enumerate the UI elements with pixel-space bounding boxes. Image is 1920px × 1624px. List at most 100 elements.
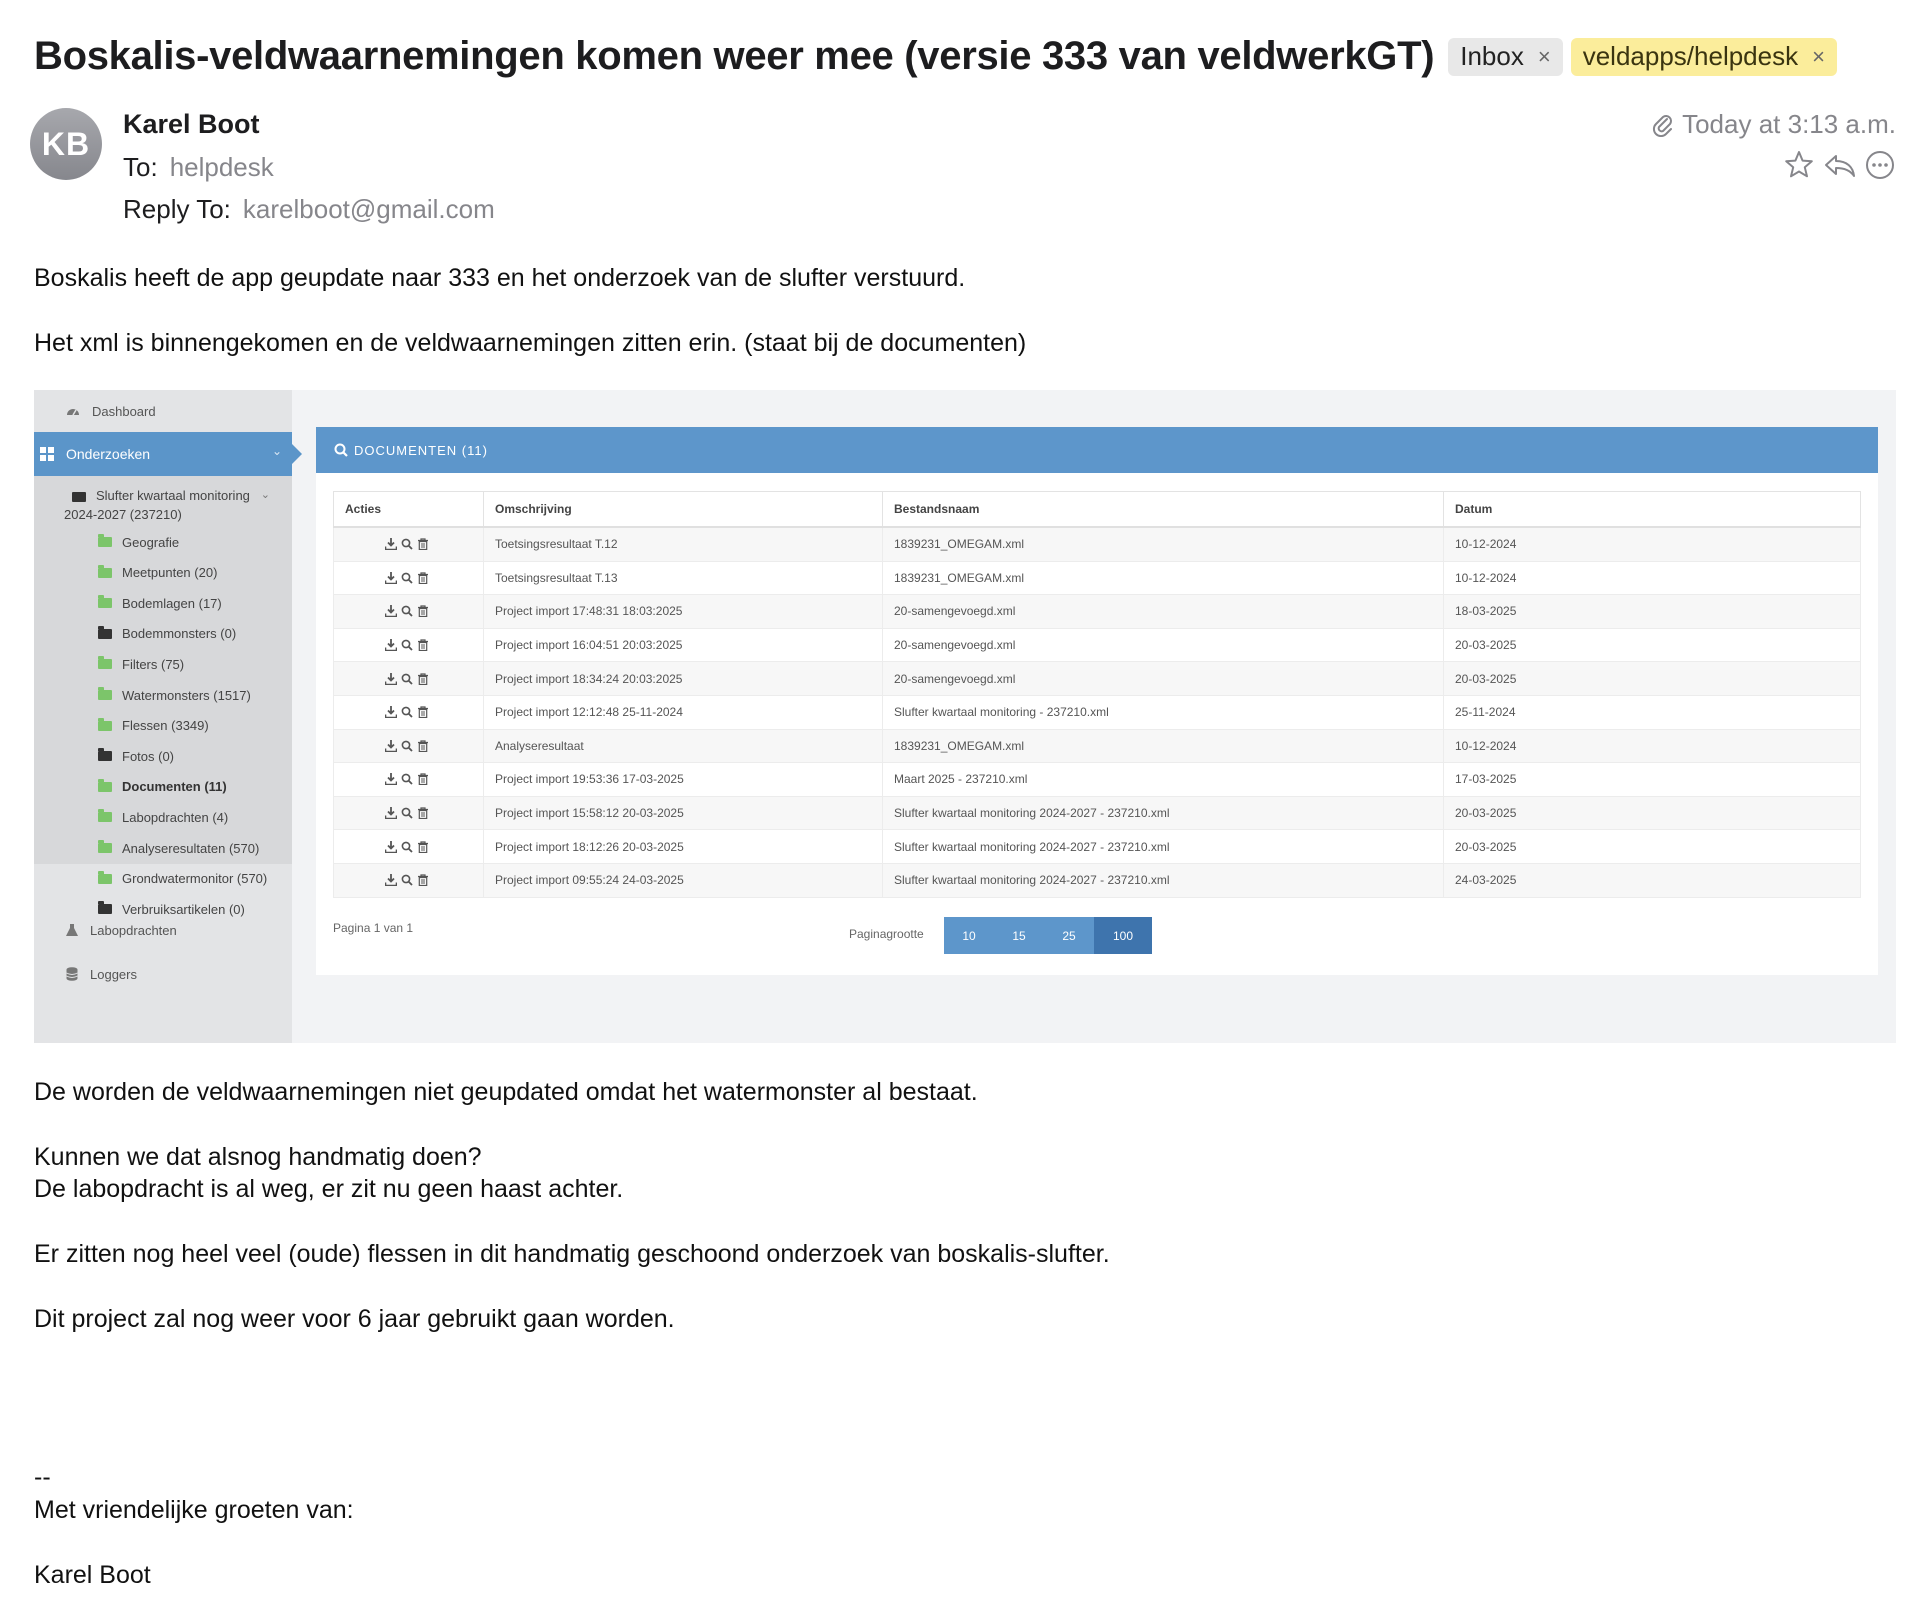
download-icon[interactable] [385, 672, 397, 685]
email-subject: Boskalis-veldwaarnemingen komen weer mee… [34, 34, 1435, 78]
view-icon[interactable] [401, 605, 413, 618]
sidebar-item-onderzoeken[interactable]: Onderzoeken ⌄ [34, 432, 302, 476]
row-actions [333, 862, 484, 898]
table-row: Project import 18:12:26 20-03-2025 Slufte… [333, 829, 1861, 864]
page-size-option[interactable]: 100 [1094, 917, 1152, 954]
table-row: Analyseresultaat 1839231_OMEGAM.xml 10-12-… [333, 728, 1861, 764]
sidebar-subitem[interactable]: Analyseresultaten (570) [98, 838, 259, 858]
sidebar-label: Labopdrachten [90, 922, 177, 938]
delete-icon[interactable] [417, 538, 429, 551]
download-icon[interactable] [385, 874, 397, 887]
delete-icon[interactable] [417, 773, 429, 786]
column-header[interactable]: Datum [1443, 491, 1861, 528]
table-row: Project import 18:34:24 20:03:2025 20-sam… [333, 661, 1861, 696]
view-icon[interactable] [401, 706, 413, 718]
delete-icon[interactable] [417, 572, 429, 584]
view-icon[interactable] [401, 773, 413, 786]
tag-helpdesk[interactable]: veldapps/helpdesk × [1570, 37, 1837, 76]
view-icon[interactable] [401, 639, 413, 651]
signature-name: Karel Boot [34, 1561, 151, 1589]
folder-icon [98, 687, 112, 700]
tag-inbox[interactable]: Inbox × [1448, 37, 1563, 76]
sidebar-subitem-label: Labopdrachten (4) [122, 809, 229, 825]
delete-icon[interactable] [417, 874, 429, 887]
sidebar-subitem[interactable]: Filters (75) [98, 654, 184, 674]
sidebar-subitem[interactable]: Labopdrachten (4) [98, 807, 228, 827]
sidebar-subitem[interactable]: Grondwatermonitor (570) [98, 869, 267, 889]
delete-icon[interactable] [417, 841, 429, 853]
paperclip-icon[interactable] [1652, 113, 1674, 137]
sidebar-subitem-label: Analyseresultaten (570) [122, 840, 260, 856]
sidebar-subitem[interactable]: Watermonsters (1517) [98, 685, 251, 705]
star-icon[interactable] [1782, 148, 1816, 182]
download-icon[interactable] [385, 538, 397, 551]
sidebar-item-loggers[interactable]: Loggers [34, 952, 298, 996]
sidebar-subitem[interactable]: Geografie [98, 532, 179, 552]
delete-icon[interactable] [417, 706, 429, 719]
reply-to-value[interactable]: karelboot@gmail.com [243, 194, 495, 224]
sidebar-subitem[interactable]: Flessen (3349) [98, 716, 209, 736]
download-icon[interactable] [385, 706, 397, 719]
filename-cell: Slufter kwartaal monitoring - 237210.xml [882, 694, 1444, 730]
app-sidebar: Dashboard Onderzoeken ⌄ Slufter kwartaal… [34, 390, 302, 1043]
download-icon[interactable] [385, 605, 397, 618]
view-icon[interactable] [401, 572, 413, 584]
download-icon[interactable] [385, 773, 397, 786]
download-icon[interactable] [385, 571, 397, 584]
row-actions [333, 560, 484, 596]
body-paragraph: Het xml is binnengekomen en de veldwaarn… [34, 329, 1027, 357]
sidebar-subitem[interactable]: Bodemlagen (17) [98, 593, 222, 613]
filename-cell: Maart 2025 - 237210.xml [882, 762, 1444, 797]
delete-icon[interactable] [417, 673, 429, 685]
sidebar-project[interactable]: Slufter kwartaal monitoring 2024-2027 (2… [64, 486, 270, 524]
view-icon[interactable] [401, 874, 413, 886]
column-header[interactable]: Omschrijving [483, 491, 883, 528]
chevron-down-icon: ⌄ [260, 489, 270, 501]
delete-icon[interactable] [417, 740, 429, 752]
tag-remove-icon[interactable]: × [1812, 44, 1825, 70]
description-cell: Toetsingsresultaat T.12 [483, 526, 883, 562]
download-icon[interactable] [385, 807, 397, 820]
folder-icon [98, 778, 112, 792]
download-icon[interactable] [385, 840, 397, 853]
reply-icon[interactable] [1822, 148, 1858, 182]
page-size-option[interactable]: 15 [994, 917, 1044, 954]
sidebar-item-labopdrachten[interactable]: Labopdrachten [34, 908, 298, 952]
sidebar-subitem[interactable]: Meetpunten (20) [98, 563, 217, 583]
page-size-option[interactable]: 25 [1044, 917, 1094, 954]
table-row: Project import 16:04:51 20:03:2025 20-sam… [333, 627, 1861, 663]
delete-icon[interactable] [417, 639, 429, 652]
to-value[interactable]: helpdesk [170, 152, 274, 182]
view-icon[interactable] [401, 673, 413, 685]
table-row: Toetsingsresultaat T.13 1839231_OMEGAM.xm… [333, 560, 1861, 596]
view-icon[interactable] [401, 807, 413, 819]
view-icon[interactable] [401, 740, 413, 752]
column-header[interactable]: Bestandsnaam [882, 491, 1444, 528]
sender-name[interactable]: Karel Boot [123, 109, 260, 140]
body-paragraph: De worden de veldwaarnemingen niet geupd… [34, 1078, 978, 1106]
view-icon[interactable] [401, 538, 413, 550]
signature-greeting: Met vriendelijke groeten van: [34, 1496, 354, 1524]
more-icon[interactable] [1864, 148, 1896, 182]
sidebar-subitem[interactable]: Bodemmonsters (0) [98, 624, 236, 644]
download-icon[interactable] [385, 639, 397, 652]
delete-icon[interactable] [417, 605, 429, 618]
sidebar-subitem[interactable]: Documenten (11) [98, 777, 227, 797]
view-icon[interactable] [401, 841, 413, 853]
sidebar-item-dashboard[interactable]: Dashboard [34, 390, 292, 432]
folder-icon [98, 595, 112, 609]
page-size-label: Paginagrootte [849, 927, 924, 941]
delete-icon[interactable] [417, 807, 429, 820]
body-paragraph: Dit project zal nog weer voor 6 jaar geb… [34, 1305, 675, 1333]
tag-remove-icon[interactable]: × [1538, 44, 1551, 70]
filename-cell: 20-samengevoegd.xml [882, 627, 1444, 663]
row-actions [333, 627, 484, 663]
folder-icon [98, 809, 112, 823]
sidebar-subitem[interactable]: Fotos (0) [98, 746, 174, 766]
download-icon[interactable] [385, 739, 397, 752]
page-size-option[interactable]: 10 [944, 917, 994, 954]
panel-title: DOCUMENTEN (11) [354, 442, 488, 458]
column-header[interactable]: Acties [333, 491, 484, 528]
page-size-selector: 10 15 25 100 [944, 917, 1152, 954]
to-label: To: [123, 152, 158, 182]
